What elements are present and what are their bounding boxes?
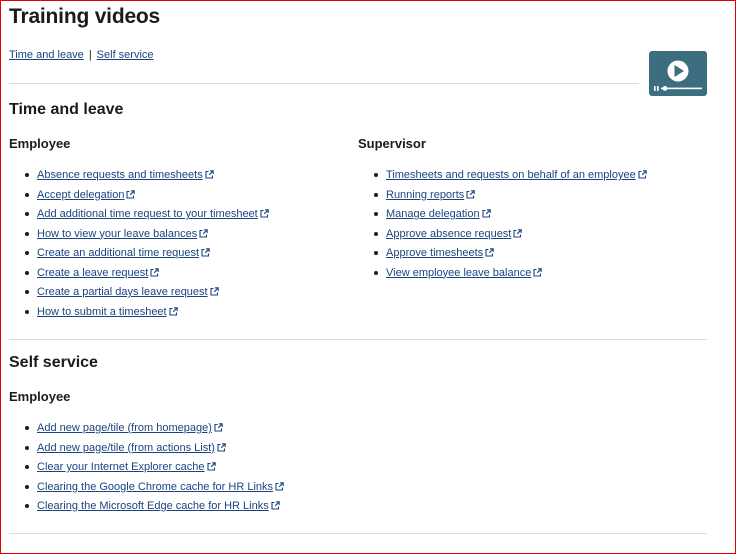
link-absence-requests-timesheets[interactable]: Absence requests and timesheets bbox=[37, 169, 203, 181]
divider bbox=[9, 533, 707, 534]
external-link-icon bbox=[260, 209, 269, 218]
link-create-additional-time-request[interactable]: Create an additional time request bbox=[37, 247, 199, 259]
list-item: Approve absence request bbox=[358, 227, 728, 247]
time-leave-supervisor-links: Timesheets and requests on behalf of an … bbox=[358, 168, 728, 285]
training-video-button[interactable] bbox=[649, 51, 707, 96]
page-frame: Training videos Time and leave | Self serv… bbox=[0, 0, 736, 554]
link-clear-edge-cache[interactable]: Clearing the Microsoft Edge cache for HR… bbox=[37, 500, 269, 512]
external-link-icon bbox=[533, 267, 543, 277]
list-item: Add new page/tile (from actions List) bbox=[9, 441, 409, 461]
link-add-tile-from-actions-list[interactable]: Add new page/tile (from actions List) bbox=[37, 442, 215, 454]
external-link-icon bbox=[466, 189, 476, 199]
external-link-icon bbox=[205, 170, 214, 179]
external-link-icon bbox=[199, 228, 208, 238]
list-item: Add new page/tile (from homepage) bbox=[9, 421, 409, 441]
breadcrumb-link-time-and-leave[interactable]: Time and leave bbox=[9, 49, 84, 61]
link-submit-timesheet[interactable]: How to submit a timesheet bbox=[37, 306, 167, 318]
external-link-icon bbox=[485, 248, 494, 257]
list-item: Clear your Internet Explorer cache bbox=[9, 460, 409, 480]
external-link-icon bbox=[217, 442, 226, 452]
external-link-icon bbox=[210, 287, 219, 296]
link-view-leave-balances[interactable]: How to view your leave balances bbox=[37, 228, 197, 240]
external-link-icon bbox=[201, 248, 210, 257]
list-item: Create a partial days leave request bbox=[9, 285, 349, 305]
list-item: Clearing the Google Chrome cache for HR … bbox=[9, 480, 409, 500]
time-leave-employee-links: Absence requests and timesheets Accept d… bbox=[9, 168, 349, 324]
list-item: Clearing the Microsoft Edge cache for HR… bbox=[9, 499, 409, 519]
self-service-employee-links: Add new page/tile (from homepage) Add ne… bbox=[9, 421, 409, 519]
link-add-additional-time-request[interactable]: Add additional time request to your time… bbox=[37, 208, 258, 220]
list-item: Create a leave request bbox=[9, 266, 349, 286]
subheading-employee: Employee bbox=[9, 389, 71, 404]
external-link-icon bbox=[513, 228, 523, 238]
link-create-partial-days-leave-request[interactable]: Create a partial days leave request bbox=[37, 286, 208, 298]
external-link-icon bbox=[150, 267, 160, 277]
link-timesheets-on-behalf[interactable]: Timesheets and requests on behalf of an … bbox=[386, 169, 636, 181]
subheading-employee: Employee bbox=[9, 136, 71, 151]
link-clear-chrome-cache[interactable]: Clearing the Google Chrome cache for HR … bbox=[37, 481, 273, 493]
list-item: Accept delegation bbox=[9, 188, 349, 208]
external-link-icon bbox=[206, 462, 216, 471]
external-link-icon bbox=[271, 501, 280, 510]
breadcrumb: Time and leave | Self service bbox=[9, 49, 154, 61]
external-link-icon bbox=[638, 170, 647, 179]
external-link-icon bbox=[126, 189, 136, 199]
link-running-reports[interactable]: Running reports bbox=[386, 189, 464, 201]
link-approve-timesheets[interactable]: Approve timesheets bbox=[386, 247, 483, 259]
link-create-leave-request[interactable]: Create a leave request bbox=[37, 267, 148, 279]
page-title: Training videos bbox=[9, 5, 161, 28]
list-item: How to view your leave balances bbox=[9, 227, 349, 247]
play-video-icon bbox=[654, 60, 702, 91]
external-link-icon bbox=[214, 423, 223, 432]
breadcrumb-separator: | bbox=[88, 49, 92, 61]
divider bbox=[9, 339, 707, 340]
list-item: Approve timesheets bbox=[358, 246, 728, 266]
list-item: Manage delegation bbox=[358, 207, 728, 227]
link-accept-delegation[interactable]: Accept delegation bbox=[37, 189, 124, 201]
breadcrumb-link-self-service[interactable]: Self service bbox=[97, 49, 154, 61]
link-approve-absence-request[interactable]: Approve absence request bbox=[386, 228, 511, 240]
list-item: Timesheets and requests on behalf of an … bbox=[358, 168, 728, 188]
list-item: Absence requests and timesheets bbox=[9, 168, 349, 188]
divider bbox=[9, 83, 639, 84]
list-item: View employee leave balance bbox=[358, 266, 728, 286]
link-add-tile-from-homepage[interactable]: Add new page/tile (from homepage) bbox=[37, 422, 212, 434]
list-item: Create an additional time request bbox=[9, 246, 349, 266]
section-heading-time-and-leave: Time and leave bbox=[9, 101, 124, 118]
link-clear-ie-cache[interactable]: Clear your Internet Explorer cache bbox=[37, 461, 205, 473]
link-view-employee-leave-balance[interactable]: View employee leave balance bbox=[386, 267, 531, 279]
list-item: How to submit a timesheet bbox=[9, 305, 349, 325]
list-item: Running reports bbox=[358, 188, 728, 208]
section-heading-self-service: Self service bbox=[9, 354, 98, 371]
list-item: Add additional time request to your time… bbox=[9, 207, 349, 227]
subheading-supervisor: Supervisor bbox=[358, 136, 426, 151]
external-link-icon bbox=[482, 209, 491, 218]
external-link-icon bbox=[169, 306, 178, 316]
external-link-icon bbox=[275, 481, 284, 491]
link-manage-delegation[interactable]: Manage delegation bbox=[386, 208, 480, 220]
